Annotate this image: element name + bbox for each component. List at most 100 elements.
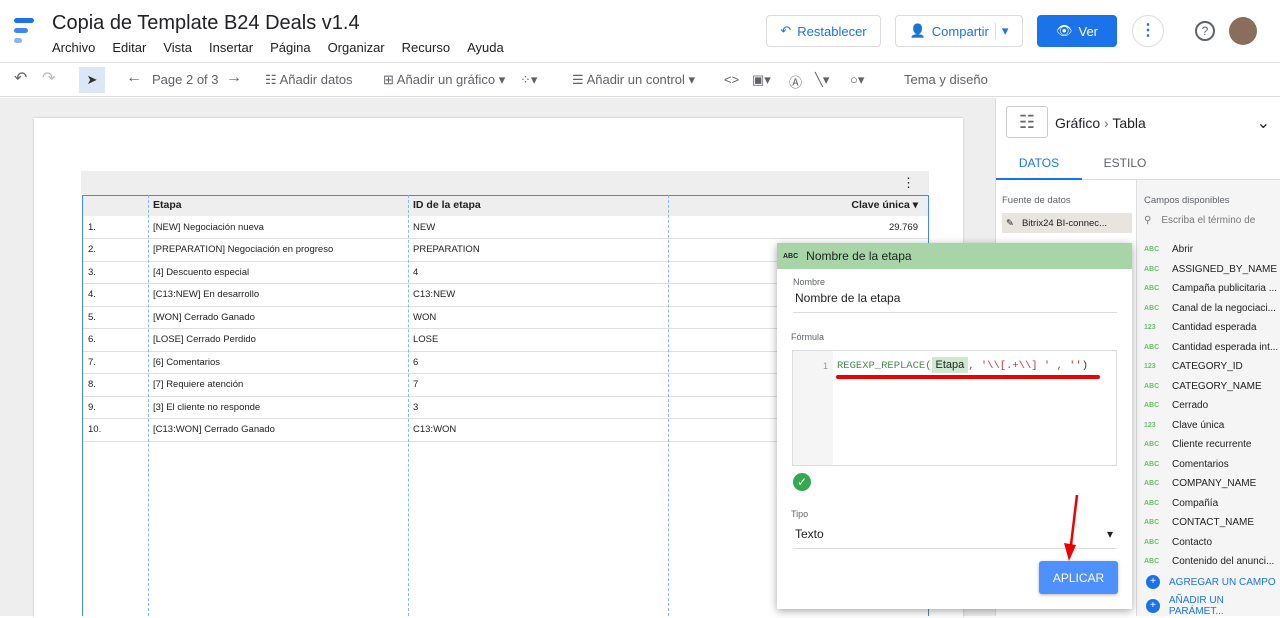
field-type-icon: ABC: [1144, 265, 1160, 273]
report-title[interactable]: Copia de Template B24 Deals v1.4: [52, 12, 360, 35]
menu-archivo[interactable]: Archivo: [52, 40, 95, 55]
available-fields-label: Campos disponibles: [1144, 195, 1230, 206]
table-toolbar: ⋮: [81, 171, 929, 194]
table-chart-icon: ☷: [1006, 106, 1048, 138]
add-data-button[interactable]: ☷ Añadir datos: [265, 72, 353, 88]
menu-insertar[interactable]: Insertar: [209, 40, 253, 55]
field-item[interactable]: ABC Cliente recurrente: [1144, 439, 1251, 450]
field-item[interactable]: ABC Campaña publicitaria ...: [1144, 283, 1277, 294]
menu-editar[interactable]: Editar: [112, 40, 146, 55]
field-search[interactable]: ⚲ Escriba el término de: [1144, 215, 1255, 226]
column-divider: [408, 195, 409, 616]
menu-vista[interactable]: Vista: [163, 40, 192, 55]
toolbar: ↶ ↷ ➤ ← Page 2 of 3 → ☷ Añadir datos ⊞ A…: [0, 62, 1280, 97]
menu-organizar[interactable]: Organizar: [328, 40, 385, 55]
field-type-icon: 123: [1144, 363, 1156, 370]
field-item[interactable]: 123 CATEGORY_ID: [1144, 361, 1243, 372]
field-type-icon: ABC: [1144, 382, 1160, 390]
undo-icon: ↶: [780, 23, 792, 38]
share-button[interactable]: 👤 Compartir ▾: [895, 15, 1023, 47]
menu-recurso[interactable]: Recurso: [402, 40, 450, 55]
field-item[interactable]: 123 Cantidad esperada: [1144, 322, 1257, 333]
field-type-icon: ABC: [1144, 558, 1160, 565]
menu-pagina[interactable]: Página: [270, 40, 310, 55]
field-type-icon: ABC: [1144, 285, 1160, 292]
undo-icon[interactable]: ↶: [14, 68, 27, 88]
text-type-icon: ABC: [783, 252, 799, 260]
field-type-icon: ABC: [1144, 538, 1160, 546]
formula-code[interactable]: REGEXP_REPLACE(Etapa, '\\[.+\\] ' , ''): [837, 357, 1088, 373]
add-chart-button[interactable]: ⊞ Añadir un gráfico ▾: [383, 72, 505, 88]
field-type-icon: 123: [1144, 421, 1156, 429]
field-item[interactable]: ABC CONTACT_NAME: [1144, 517, 1254, 528]
menu-bar: Archivo Editar Vista Insertar Página Org…: [52, 40, 504, 55]
field-type-icon: ABC: [1144, 304, 1160, 312]
help-icon[interactable]: ?: [1195, 21, 1215, 41]
field-type-icon: ABC: [1144, 519, 1160, 526]
next-page-icon[interactable]: →: [226, 69, 242, 87]
field-type-icon: ABC: [1144, 499, 1160, 507]
name-input[interactable]: Nombre de la etapa: [793, 291, 1117, 313]
field-item[interactable]: ABC ASSIGNED_BY_NAME: [1144, 264, 1277, 275]
community-viz-icon[interactable]: ⁘▾: [520, 72, 537, 88]
red-underline-annotation: [836, 375, 1100, 379]
chevron-down-icon[interactable]: ⌄: [1257, 113, 1270, 133]
shape-icon[interactable]: ○▾: [850, 72, 864, 88]
more-vert-icon[interactable]: ⋮: [1132, 15, 1164, 47]
field-item[interactable]: ABC Comentarios: [1144, 459, 1229, 470]
type-label: Tipo: [791, 509, 809, 519]
field-type-icon: ABC: [1144, 460, 1160, 468]
text-box-icon[interactable]: Ⓐ: [789, 72, 802, 91]
dropdown-arrow-icon: ▾: [1106, 527, 1113, 541]
looker-logo-icon: [14, 18, 38, 44]
field-type-icon: 123: [1144, 324, 1156, 331]
more-vert-icon[interactable]: ⋮: [902, 175, 915, 191]
avatar[interactable]: [1229, 17, 1257, 45]
field-item[interactable]: ABC Contenido del anunci...: [1144, 556, 1274, 567]
data-source-chip[interactable]: ✎ Bitrix24 BI-connec...: [1002, 213, 1132, 233]
eye-icon: 👁: [1055, 23, 1073, 38]
calculated-field-dialog: ABC Nombre de la etapa Nombre Nombre de l…: [777, 243, 1132, 609]
field-item[interactable]: ABC CATEGORY_NAME: [1144, 381, 1262, 392]
formula-editor[interactable]: 1 REGEXP_REPLACE(Etapa, '\\[.+\\] ' , ''…: [792, 350, 1117, 466]
chevron-down-icon[interactable]: ▾: [994, 23, 1008, 39]
chart-type-breadcrumb: Gráfico › Tabla: [1055, 115, 1146, 131]
field-item[interactable]: ABC Cantidad esperada int...: [1144, 342, 1278, 353]
name-label: Nombre: [793, 277, 826, 287]
field-type-icon: ABC: [1144, 441, 1160, 448]
embed-code-icon[interactable]: <>: [724, 72, 739, 87]
page-indicator: Page 2 of 3: [152, 72, 219, 87]
select-pointer-icon[interactable]: ➤: [79, 67, 105, 93]
plus-circle-icon: +: [1146, 599, 1160, 613]
menu-ayuda[interactable]: Ayuda: [467, 40, 504, 55]
field-chip[interactable]: Etapa: [931, 357, 969, 373]
theme-button[interactable]: Tema y diseño: [904, 72, 988, 87]
plus-circle-icon: +: [1146, 575, 1160, 589]
field-item[interactable]: ABC Compañía: [1144, 498, 1218, 509]
field-item[interactable]: ABC Canal de la negociaci...: [1144, 303, 1276, 314]
field-item[interactable]: ABC Cerrado: [1144, 400, 1208, 411]
add-parameter-button[interactable]: + AÑADIR UN PARÁMET...: [1146, 595, 1280, 617]
add-control-button[interactable]: ☰ Añadir un control ▾: [572, 72, 695, 88]
data-source-label: Fuente de datos: [1002, 195, 1071, 206]
image-icon[interactable]: ▣▾: [752, 72, 771, 88]
redo-icon[interactable]: ↷: [42, 68, 55, 88]
view-button[interactable]: 👁 Ver: [1037, 15, 1117, 47]
tab-datos[interactable]: DATOS: [996, 148, 1082, 180]
tab-estilo[interactable]: ESTILO: [1082, 148, 1168, 180]
edit-pencil-icon[interactable]: ✎: [1006, 218, 1014, 229]
red-arrow-annotation: [1062, 493, 1082, 563]
line-number: 1: [793, 351, 833, 465]
field-type-icon: ABC: [1144, 246, 1160, 253]
prev-page-icon[interactable]: ←: [126, 69, 142, 87]
field-item[interactable]: ABC Abrir: [1144, 244, 1193, 255]
field-type-icon: ABC: [1144, 480, 1160, 487]
field-item[interactable]: ABC COMPANY_NAME: [1144, 478, 1256, 489]
field-type-icon: ABC: [1144, 402, 1160, 409]
field-item[interactable]: 123 Clave única: [1144, 420, 1224, 431]
apply-button[interactable]: APLICAR: [1039, 561, 1118, 594]
add-field-button[interactable]: + AGREGAR UN CAMPO: [1146, 575, 1276, 589]
field-item[interactable]: ABC Contacto: [1144, 537, 1212, 548]
reset-button[interactable]: ↶ Restablecer: [766, 15, 881, 47]
line-icon[interactable]: ╲▾: [815, 72, 829, 88]
